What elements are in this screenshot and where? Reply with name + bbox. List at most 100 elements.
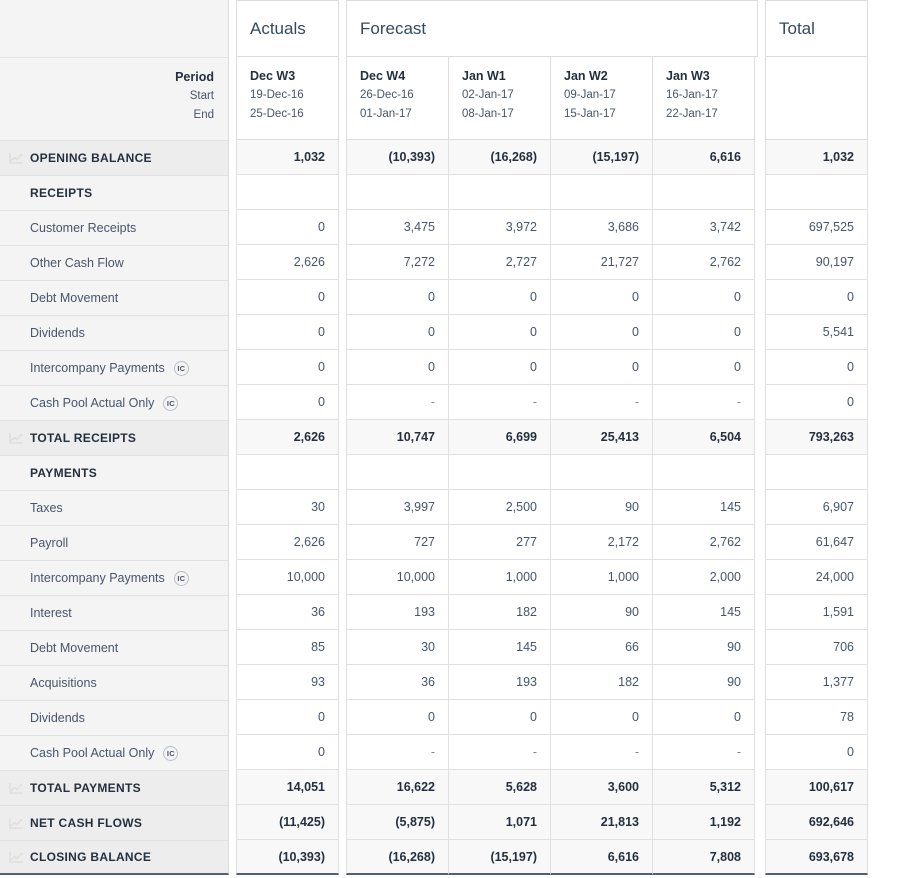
row-label-payroll[interactable]: Payroll <box>0 525 229 560</box>
row-label-interest[interactable]: Interest <box>0 595 229 630</box>
cell-value[interactable]: 706 <box>765 630 868 665</box>
cell-value[interactable]: 2,172 <box>550 525 653 560</box>
cell-value[interactable]: 145 <box>652 490 755 525</box>
cell-value[interactable]: 16,622 <box>346 770 449 805</box>
row-label-dividends[interactable]: Dividends <box>0 700 229 735</box>
cell-value[interactable]: - <box>346 385 449 420</box>
cell-value[interactable]: (16,268) <box>448 140 551 175</box>
cell-value[interactable]: 0 <box>346 280 449 315</box>
row-label-other-cash-flow[interactable]: Other Cash Flow <box>0 245 229 280</box>
cell-value[interactable]: 0 <box>652 280 755 315</box>
cell-value[interactable] <box>765 175 868 210</box>
cell-value[interactable]: 10,747 <box>346 420 449 455</box>
cell-value[interactable]: 692,646 <box>765 805 868 840</box>
cell-value[interactable]: 10,000 <box>236 560 339 595</box>
cell-value[interactable]: 0 <box>765 280 868 315</box>
cell-value[interactable]: 6,616 <box>550 840 653 875</box>
cell-value[interactable]: 1,000 <box>550 560 653 595</box>
cell-value[interactable]: 0 <box>448 280 551 315</box>
cell-value[interactable]: - <box>448 735 551 770</box>
cell-value[interactable]: (5,875) <box>346 805 449 840</box>
cell-value[interactable]: 0 <box>236 735 339 770</box>
cell-value[interactable]: 1,071 <box>448 805 551 840</box>
cell-value[interactable]: 0 <box>236 315 339 350</box>
cell-value[interactable]: 0 <box>652 315 755 350</box>
cell-value[interactable]: 78 <box>765 700 868 735</box>
cell-value[interactable] <box>765 455 868 490</box>
cell-value[interactable]: 3,686 <box>550 210 653 245</box>
cell-value[interactable]: 5,628 <box>448 770 551 805</box>
row-label-intercompany-payments[interactable]: Intercompany PaymentsIC <box>0 560 229 595</box>
cell-value[interactable]: 2,626 <box>236 525 339 560</box>
cell-value[interactable]: 277 <box>448 525 551 560</box>
column-header-total[interactable] <box>765 57 868 140</box>
cell-value[interactable]: 2,500 <box>448 490 551 525</box>
cell-value[interactable] <box>652 175 755 210</box>
row-label-net-cash-flows[interactable]: NET CASH FLOWS <box>0 805 229 840</box>
column-header-dec-w3[interactable]: Dec W319-Dec-1625-Dec-16 <box>236 57 339 140</box>
row-label-debt-movement[interactable]: Debt Movement <box>0 280 229 315</box>
cell-value[interactable]: 2,762 <box>652 525 755 560</box>
cell-value[interactable]: (11,425) <box>236 805 339 840</box>
cell-value[interactable]: 727 <box>346 525 449 560</box>
cell-value[interactable]: - <box>550 735 653 770</box>
cell-value[interactable]: 6,907 <box>765 490 868 525</box>
cell-value[interactable]: 7,272 <box>346 245 449 280</box>
cell-value[interactable]: 1,591 <box>765 595 868 630</box>
row-label-receipts[interactable]: RECEIPTS <box>0 175 229 210</box>
cell-value[interactable]: 25,413 <box>550 420 653 455</box>
cell-value[interactable] <box>550 455 653 490</box>
cell-value[interactable]: 6,616 <box>652 140 755 175</box>
row-label-taxes[interactable]: Taxes <box>0 490 229 525</box>
cell-value[interactable]: 1,377 <box>765 665 868 700</box>
cell-value[interactable]: 93 <box>236 665 339 700</box>
cell-value[interactable]: 145 <box>652 595 755 630</box>
cell-value[interactable]: 90 <box>550 490 653 525</box>
row-label-payments[interactable]: PAYMENTS <box>0 455 229 490</box>
cell-value[interactable]: 0 <box>550 280 653 315</box>
scenario-header-total[interactable]: Total <box>765 0 868 57</box>
cell-value[interactable]: 3,742 <box>652 210 755 245</box>
row-label-customer-receipts[interactable]: Customer Receipts <box>0 210 229 245</box>
cell-value[interactable]: 0 <box>550 315 653 350</box>
cell-value[interactable]: 10,000 <box>346 560 449 595</box>
cell-value[interactable]: 0 <box>652 700 755 735</box>
cell-value[interactable]: 793,263 <box>765 420 868 455</box>
row-label-total-receipts[interactable]: TOTAL RECEIPTS <box>0 420 229 455</box>
cell-value[interactable]: (15,197) <box>550 140 653 175</box>
cell-value[interactable]: 193 <box>448 665 551 700</box>
cell-value[interactable]: (16,268) <box>346 840 449 875</box>
cell-value[interactable]: 61,647 <box>765 525 868 560</box>
cell-value[interactable]: 1,032 <box>236 140 339 175</box>
cell-value[interactable]: (15,197) <box>448 840 551 875</box>
cell-value[interactable]: 6,699 <box>448 420 551 455</box>
column-header-jan-w3[interactable]: Jan W316-Jan-1722-Jan-17 <box>652 57 755 140</box>
cell-value[interactable]: 0 <box>236 700 339 735</box>
cell-value[interactable]: - <box>448 385 551 420</box>
cell-value[interactable]: 0 <box>765 735 868 770</box>
cell-value[interactable]: 36 <box>346 665 449 700</box>
scenario-header-actuals[interactable]: Actuals <box>236 0 339 57</box>
column-header-jan-w1[interactable]: Jan W102-Jan-1708-Jan-17 <box>448 57 551 140</box>
cell-value[interactable]: 182 <box>550 665 653 700</box>
cell-value[interactable]: 0 <box>346 315 449 350</box>
cell-value[interactable]: - <box>346 735 449 770</box>
cell-value[interactable]: 0 <box>236 385 339 420</box>
row-label-total-payments[interactable]: TOTAL PAYMENTS <box>0 770 229 805</box>
cell-value[interactable]: 21,727 <box>550 245 653 280</box>
cell-value[interactable] <box>236 175 339 210</box>
cell-value[interactable]: 1,032 <box>765 140 868 175</box>
cell-value[interactable]: 697,525 <box>765 210 868 245</box>
cell-value[interactable]: 0 <box>550 700 653 735</box>
cell-value[interactable]: 85 <box>236 630 339 665</box>
row-label-intercompany-payments[interactable]: Intercompany PaymentsIC <box>0 350 229 385</box>
cell-value[interactable]: 66 <box>550 630 653 665</box>
cell-value[interactable]: 0 <box>652 350 755 385</box>
cell-value[interactable]: (10,393) <box>346 140 449 175</box>
cell-value[interactable]: 0 <box>765 385 868 420</box>
cell-value[interactable]: 30 <box>236 490 339 525</box>
cell-value[interactable] <box>236 455 339 490</box>
cell-value[interactable]: 0 <box>448 700 551 735</box>
cell-value[interactable]: 90 <box>652 630 755 665</box>
column-header-jan-w2[interactable]: Jan W209-Jan-1715-Jan-17 <box>550 57 653 140</box>
